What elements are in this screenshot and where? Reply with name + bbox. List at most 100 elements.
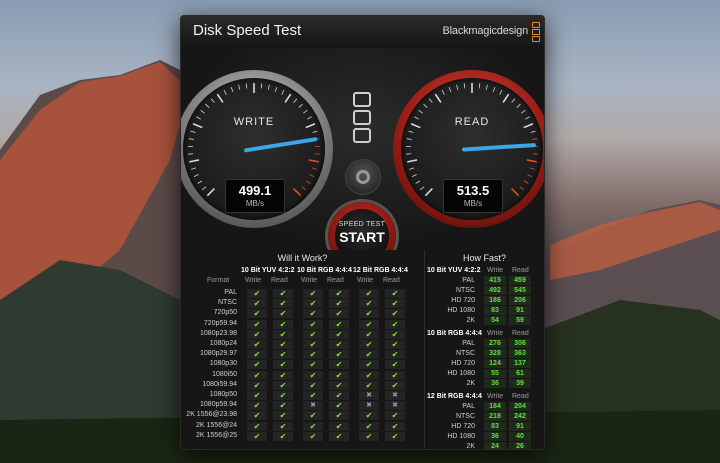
cross-icon: ✖: [310, 402, 316, 410]
check-icon: ✔: [365, 350, 373, 360]
hf-read-value: 459: [514, 277, 526, 284]
hf-group-header: 10 Bit YUV 4:2:2: [427, 267, 481, 274]
write-tick: [230, 86, 234, 92]
check-icon: ✔: [391, 431, 399, 441]
write-tick: [223, 90, 227, 95]
read-tick: [499, 90, 503, 95]
cross-icon: ✖: [392, 402, 398, 410]
read-gauge-label: READ: [454, 116, 490, 128]
wiw-column-header: Write: [245, 277, 262, 284]
hf-read-value: 40: [516, 433, 524, 440]
read-tick: [478, 83, 481, 89]
hf-read-value: 137: [514, 360, 526, 367]
check-icon: ✔: [391, 370, 399, 380]
read-tick: [511, 98, 516, 103]
write-tick: [281, 90, 285, 95]
results-tables: Will it Work? How Fast? 10 Bit YUV 4:2:2…: [181, 250, 544, 449]
write-tick: [238, 84, 241, 90]
check-icon: ✔: [391, 329, 399, 339]
read-tick: [530, 130, 536, 133]
start-button-label: START: [339, 229, 385, 245]
check-icon: ✔: [253, 431, 261, 441]
settings-button[interactable]: [345, 159, 381, 195]
check-icon: ✔: [309, 299, 317, 309]
write-tick: [205, 103, 210, 108]
wiw-format-label: 1080p30: [209, 360, 237, 368]
wiw-group-header: 10 Bit RGB 4:4:4: [297, 267, 352, 274]
hf-write-value: 83: [491, 307, 499, 314]
write-tick: [216, 93, 224, 103]
read-tick: [419, 186, 425, 191]
write-tick: [301, 186, 307, 191]
check-icon: ✔: [253, 299, 261, 309]
title-bar[interactable]: Disk Speed Test Blackmagicdesign: [181, 16, 544, 48]
check-icon: ✔: [365, 309, 373, 319]
hf-read-value: 306: [514, 340, 526, 347]
read-tick: [532, 138, 538, 140]
read-tick: [516, 103, 521, 108]
check-icon: ✔: [365, 370, 373, 380]
read-tick: [406, 138, 412, 140]
check-icon: ✔: [335, 350, 343, 360]
wiw-column-header: Write: [357, 277, 374, 284]
cross-icon: ✖: [366, 392, 372, 399]
cross-icon: ✖: [366, 402, 372, 410]
write-tick: [298, 103, 303, 108]
read-tick: [415, 180, 421, 184]
wiw-format-label: 720p50: [213, 309, 237, 317]
check-icon: ✔: [391, 309, 399, 319]
check-icon: ✔: [335, 421, 343, 431]
check-icon: ✔: [253, 319, 261, 329]
window-title: Disk Speed Test: [193, 22, 302, 39]
will-it-work-title: Will it Work?: [277, 253, 328, 263]
check-icon: ✔: [309, 431, 317, 441]
read-tick: [456, 84, 459, 90]
write-tick: [210, 98, 215, 103]
check-icon: ✔: [253, 401, 261, 411]
stacked-rectangles-icon[interactable]: [352, 92, 372, 146]
how-fast-title: How Fast?: [462, 253, 506, 263]
read-tick: [526, 159, 537, 163]
check-icon: ✔: [309, 289, 317, 298]
write-readout: 499.1 MB/s: [225, 179, 285, 213]
hf-format-label: NTSC: [455, 350, 475, 357]
check-icon: ✔: [279, 360, 287, 370]
check-icon: ✔: [335, 299, 343, 309]
wiw-group-header: 12 Bit RGB 4:4:4: [353, 267, 408, 274]
write-tick: [245, 83, 248, 89]
hf-read-value: 206: [514, 297, 526, 304]
hf-read-value: 91: [516, 423, 524, 430]
check-icon: ✔: [309, 309, 317, 319]
hf-read-header: Read: [512, 393, 529, 400]
check-icon: ✔: [309, 421, 317, 431]
check-icon: ✔: [335, 329, 343, 339]
check-icon: ✔: [279, 401, 287, 411]
hf-write-value: 328: [489, 350, 501, 357]
check-icon: ✔: [253, 340, 261, 349]
read-tick: [502, 93, 510, 103]
write-speed-value: 499.1: [238, 183, 272, 198]
check-icon: ✔: [365, 289, 373, 298]
check-icon: ✔: [365, 411, 373, 421]
check-icon: ✔: [279, 421, 287, 431]
wiw-column-header: Write: [301, 277, 318, 284]
check-icon: ✔: [335, 401, 343, 411]
read-tick: [407, 159, 418, 163]
check-icon: ✔: [391, 350, 399, 360]
check-icon: ✔: [365, 360, 373, 370]
read-tick: [441, 90, 445, 95]
check-icon: ✔: [365, 380, 373, 390]
check-icon: ✔: [309, 360, 317, 370]
read-tick: [418, 109, 423, 114]
read-tick: [529, 167, 535, 170]
write-tick: [189, 159, 200, 163]
write-tick: [274, 86, 278, 92]
check-icon: ✔: [279, 309, 287, 319]
check-icon: ✔: [335, 411, 343, 421]
write-gauge-label: WRITE: [233, 116, 275, 128]
check-icon: ✔: [335, 319, 343, 329]
check-icon: ✔: [309, 350, 317, 360]
check-icon: ✔: [253, 370, 261, 380]
hf-format-label: PAL: [462, 403, 475, 410]
gauge-panel: WRITE 499.1 MB/s READ 513.5 MB/s SPEED T…: [181, 48, 544, 270]
